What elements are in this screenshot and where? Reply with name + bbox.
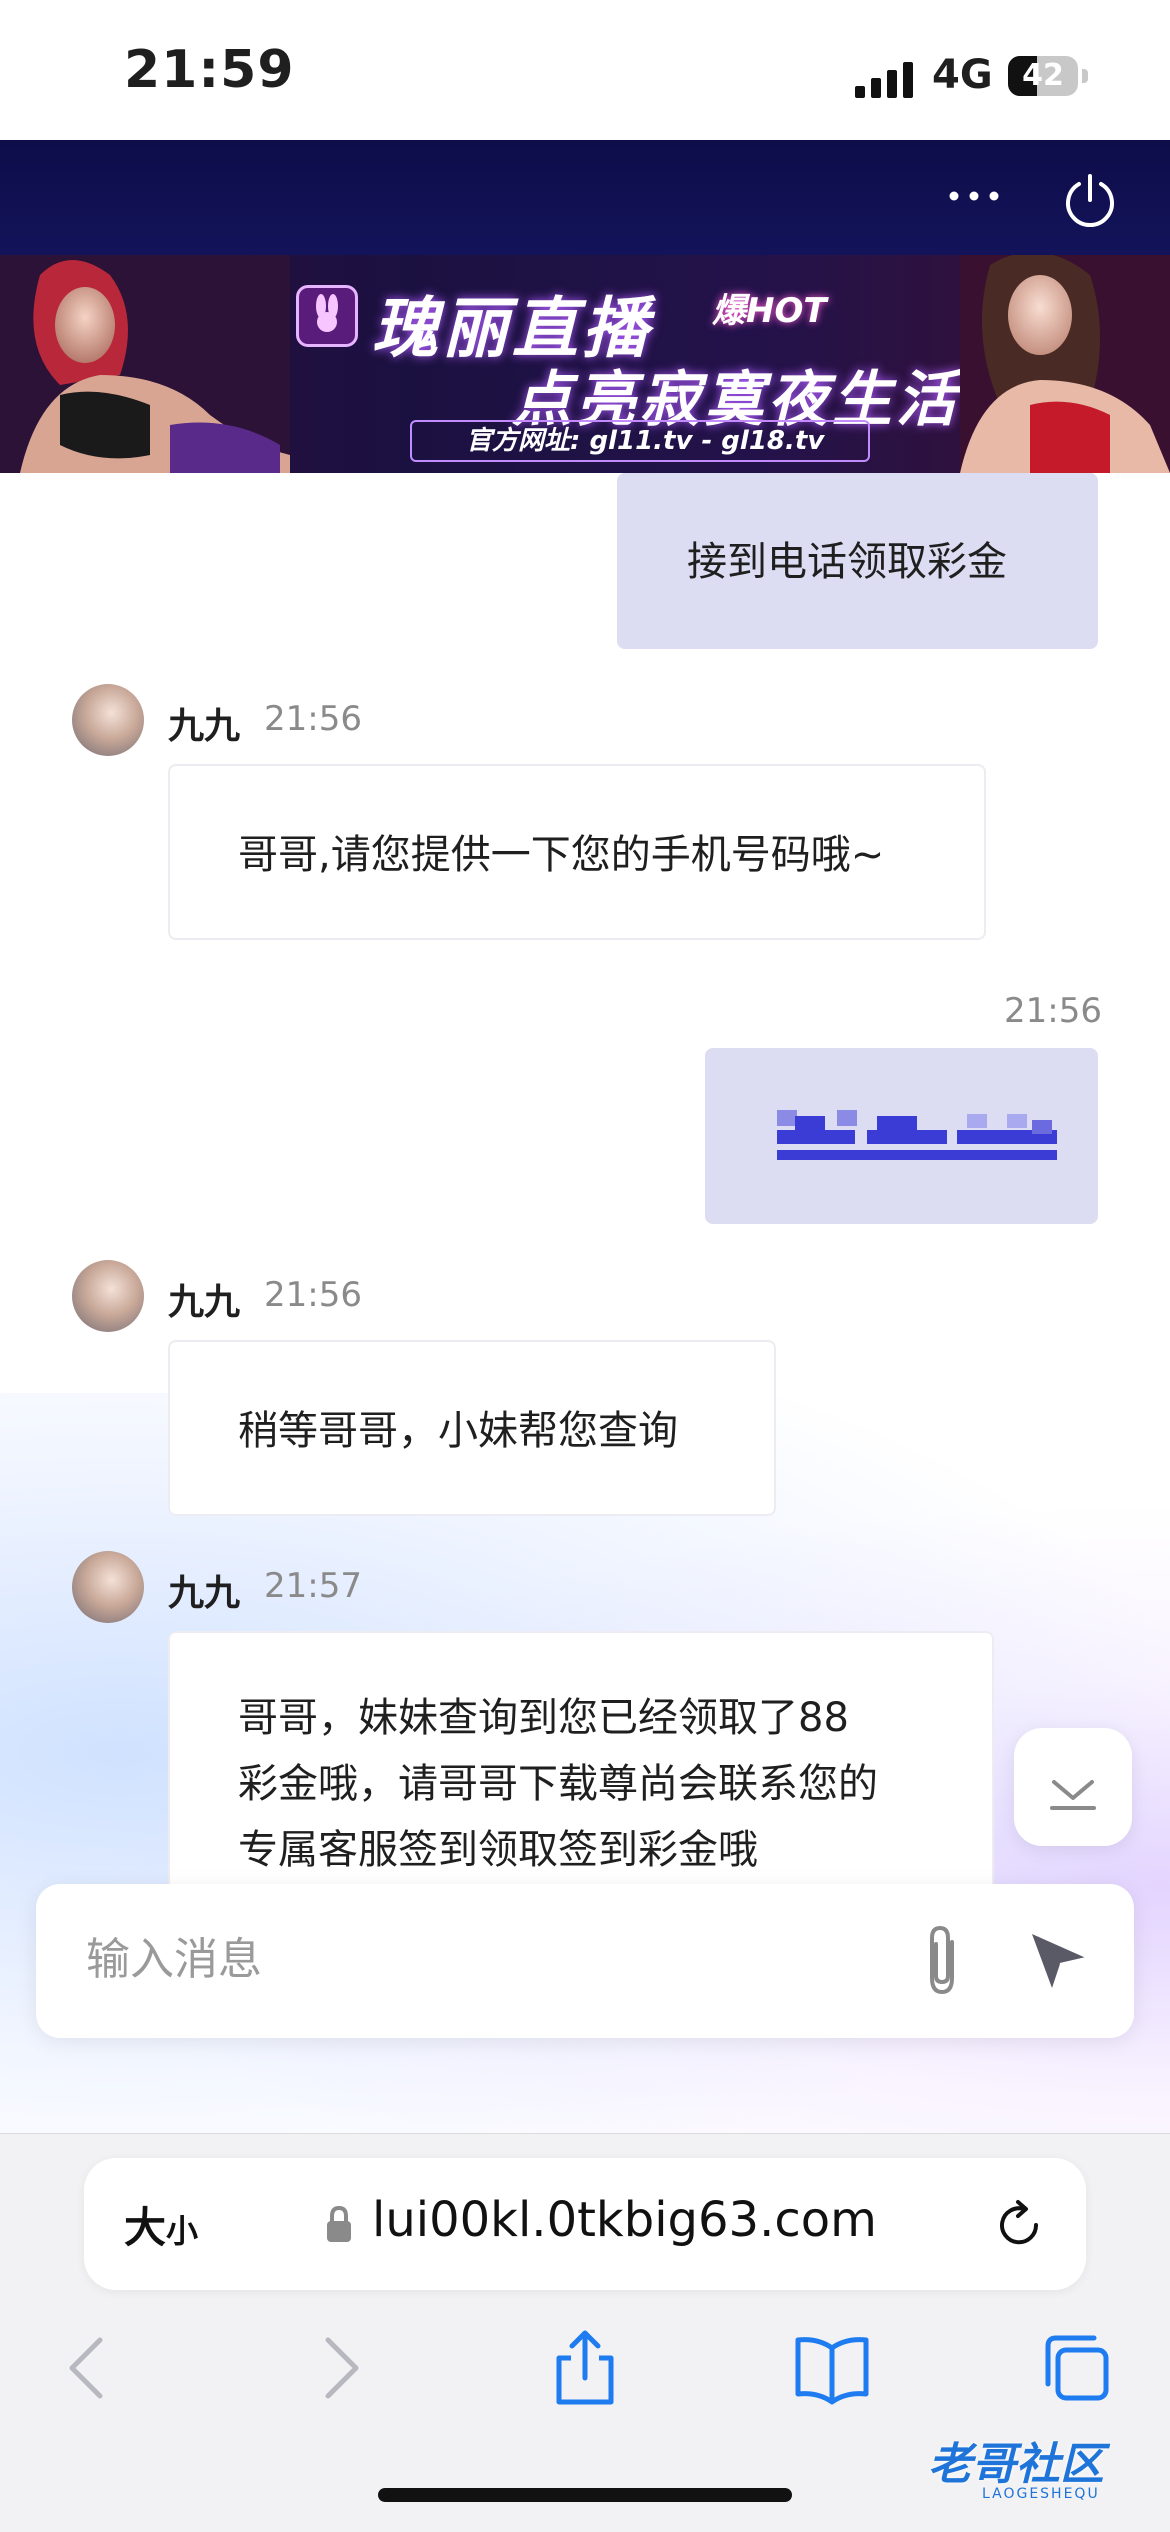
app-header [0, 140, 1170, 255]
message-input-bar [36, 1884, 1134, 2038]
back-icon[interactable] [48, 2328, 128, 2408]
message-time: 21:56 [264, 1275, 362, 1315]
bookmarks-icon[interactable] [792, 2328, 872, 2408]
battery-percent: 42 [1022, 58, 1064, 93]
network-type: 4G [932, 52, 993, 98]
avatar[interactable] [72, 1551, 144, 1623]
avatar[interactable] [72, 684, 144, 756]
sender-name: 九九 [168, 706, 241, 747]
message-time: 21:57 [264, 1566, 362, 1606]
banner-model-right-image [960, 255, 1170, 473]
message-text: 稍等哥哥，小妹帮您查询 [238, 1408, 678, 1454]
message-time: 21:56 [264, 699, 362, 739]
battery-nub [1082, 69, 1088, 83]
message-text: 哥哥,请您提供一下您的手机号码哦~ [238, 832, 885, 878]
sender-name: 九九 [168, 1282, 241, 1323]
avatar[interactable] [72, 1260, 144, 1332]
message-text-line: 哥哥，妹妹查询到您已经领取了88 [238, 1695, 849, 1741]
message-bubble-outgoing: 接到电话领取彩金 [617, 473, 1098, 649]
message-bubble-incoming: 哥哥,请您提供一下您的手机号码哦~ [168, 764, 986, 940]
text-size-small-label: 小 [166, 2212, 199, 2250]
share-icon[interactable] [545, 2328, 625, 2408]
reload-icon[interactable] [992, 2198, 1046, 2252]
banner-url: 官方网址: gl11.tv - gl18.tv [410, 420, 870, 462]
chevron-down-icon [1050, 1780, 1096, 1810]
power-icon[interactable] [1060, 170, 1120, 230]
send-icon[interactable] [1026, 1928, 1092, 1994]
status-bar: 21:59 4G 42 [0, 0, 1170, 140]
message-bubble-incoming: 稍等哥哥，小妹帮您查询 [168, 1340, 776, 1516]
scroll-to-bottom-button[interactable] [1014, 1728, 1132, 1846]
message-text: 接到电话领取彩金 [687, 539, 1007, 585]
redacted-phone-number [777, 1110, 1057, 1160]
message-text-line: 专属客服签到领取签到彩金哦 [238, 1827, 758, 1873]
message-input[interactable] [86, 1924, 886, 1994]
attachment-icon[interactable] [912, 1920, 972, 2000]
lock-icon [327, 2205, 351, 2242]
url-text[interactable]: lui00kl.0tkbig63.com [372, 2192, 877, 2248]
battery-icon: 42 [1008, 56, 1078, 96]
banner-hot-badge: 爆HOT [712, 291, 827, 331]
promo-banner[interactable]: 瑰丽直播 爆HOT 点亮寂寞夜生活 官方网址: gl11.tv - gl18.t… [0, 255, 1170, 473]
banner-model-left-image [0, 255, 290, 473]
more-icon[interactable] [944, 176, 1004, 216]
forward-icon[interactable] [300, 2328, 380, 2408]
watermark-subtext: LAOGESHEQU [982, 2486, 1100, 2502]
tabs-icon[interactable] [1036, 2328, 1116, 2408]
text-size-label: 大 [124, 2203, 167, 2252]
watermark: 老哥社区 [928, 2439, 1104, 2490]
text-size-button[interactable]: 大小 [124, 2194, 198, 2255]
sender-name: 九九 [168, 1573, 241, 1614]
message-text-line: 彩金哦，请哥哥下载尊尚会联系您的 [238, 1761, 878, 1807]
address-bar[interactable]: 大小 lui00kl.0tkbig63.com [84, 2158, 1086, 2290]
message-bubble-outgoing-redacted [705, 1048, 1098, 1224]
status-time: 21:59 [124, 40, 295, 100]
signal-icon [855, 62, 913, 98]
message-time: 21:56 [1004, 991, 1102, 1031]
banner-logo [296, 285, 358, 347]
home-indicator [378, 2488, 792, 2502]
